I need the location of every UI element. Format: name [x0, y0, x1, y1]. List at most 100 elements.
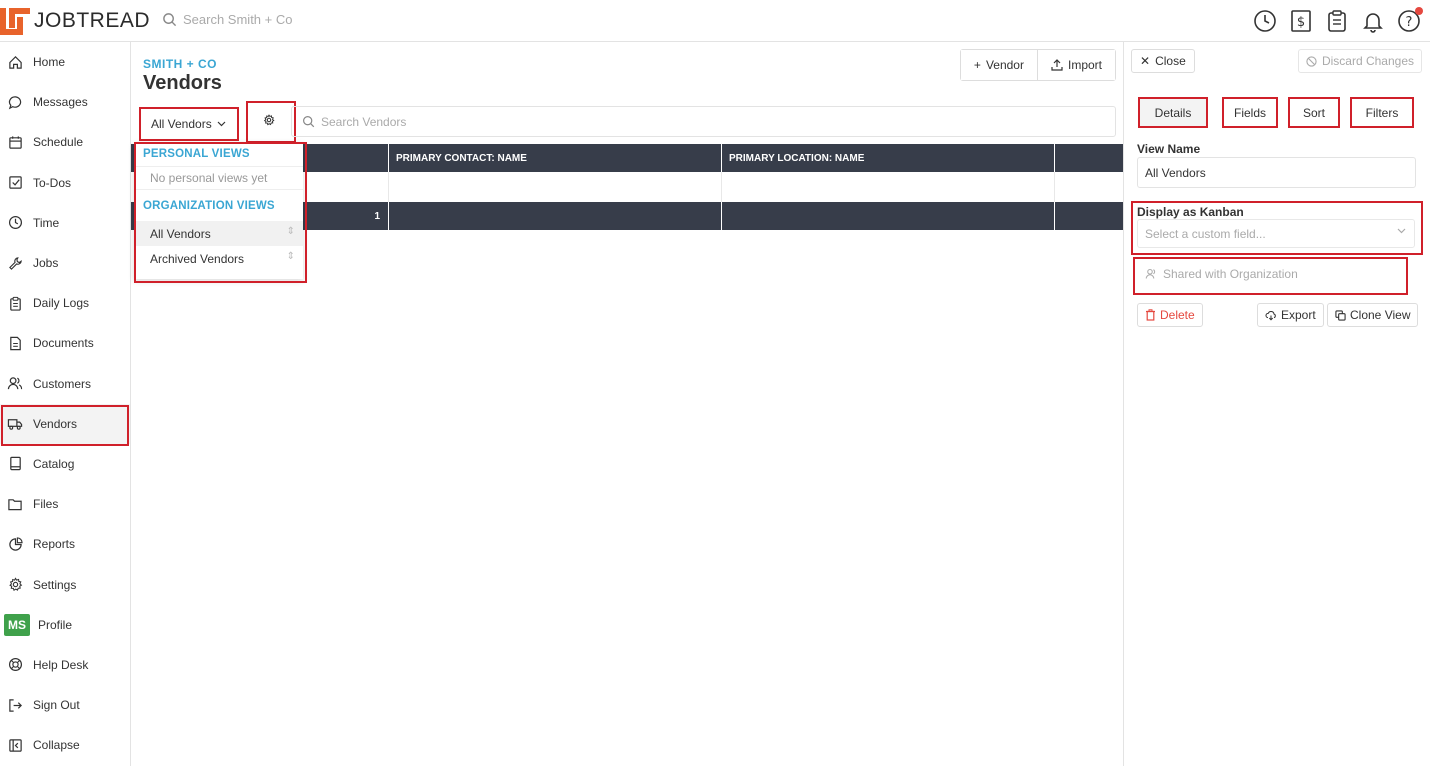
sidebar-item-schedule[interactable]: Schedule	[0, 122, 130, 162]
sidebar-item-todos[interactable]: To-Dos	[0, 163, 130, 203]
sidebar-item-label: Profile	[38, 617, 73, 632]
bell-icon[interactable]	[1360, 8, 1386, 34]
avatar: MS	[4, 613, 30, 636]
sidebar-item-label: Customers	[33, 376, 92, 391]
kanban-field-select[interactable]: Select a custom field...	[1137, 219, 1415, 248]
row-count: 1	[374, 210, 380, 222]
clock-icon[interactable]	[1252, 8, 1278, 34]
invoice-dollar-icon[interactable]: $	[1288, 8, 1314, 34]
tab-fields[interactable]: Fields	[1222, 97, 1278, 128]
column-header-primary-location[interactable]: PRIMARY LOCATION: NAME	[721, 144, 1054, 172]
clone-label: Clone View	[1350, 308, 1411, 322]
sidebar-item-help-desk[interactable]: Help Desk	[0, 645, 130, 685]
discard-label: Discard Changes	[1321, 54, 1414, 68]
global-search-input[interactable]: Search Smith + Co	[183, 12, 292, 27]
personal-views-empty: No personal views yet	[134, 166, 303, 190]
sidebar-item-label: Time	[33, 215, 60, 230]
chevron-down-icon	[217, 121, 226, 126]
kanban-section: Display as Kanban Select a custom field.…	[1131, 201, 1423, 255]
global-search[interactable]: Search Smith + Co	[162, 12, 292, 27]
view-name-input[interactable]: All Vendors	[1137, 157, 1416, 188]
drag-handle-icon[interactable]: ⇕	[287, 251, 295, 262]
sidebar-item-files[interactable]: Files	[0, 484, 130, 524]
shared-with-organization-toggle[interactable]: Shared with Organization	[1133, 257, 1408, 295]
clone-view-button[interactable]: Clone View	[1327, 303, 1419, 327]
vendor-search-input[interactable]: Search Vendors	[321, 115, 406, 129]
sidebar-item-catalog[interactable]: Catalog	[0, 444, 130, 484]
sidebar-item-profile[interactable]: MS Profile	[0, 605, 130, 645]
view-option-archived-vendors[interactable]: Archived Vendors ⇕	[134, 246, 303, 271]
vendor-search[interactable]: Search Vendors	[291, 106, 1116, 137]
collapse-icon	[7, 737, 23, 753]
sidebar-item-time[interactable]: Time	[0, 203, 130, 243]
drag-handle-icon[interactable]: ⇕	[287, 226, 295, 237]
close-button[interactable]: ✕ Close	[1131, 49, 1195, 73]
view-option-label: All Vendors	[150, 226, 211, 241]
personal-views-header: PERSONAL VIEWS	[143, 148, 250, 160]
tab-filters[interactable]: Filters	[1350, 97, 1414, 128]
help-icon[interactable]: ?	[1396, 7, 1423, 34]
clipboard-icon[interactable]	[1324, 8, 1350, 34]
import-label: Import	[1067, 58, 1102, 72]
cloud-download-icon	[1265, 310, 1277, 321]
clipboard-icon	[7, 295, 23, 311]
sidebar-item-label: Jobs	[33, 256, 59, 271]
tab-sort[interactable]: Sort	[1288, 97, 1340, 128]
page-title: Vendors	[143, 72, 222, 94]
breadcrumb[interactable]: SMITH + CO	[143, 57, 217, 71]
sidebar-item-label: Help Desk	[33, 657, 89, 672]
close-icon: ✕	[1140, 54, 1151, 68]
sidebar-item-home[interactable]: Home	[0, 42, 130, 82]
jobtread-logo[interactable]: JOBTREAD	[0, 7, 150, 35]
kanban-label: Display as Kanban	[1137, 205, 1244, 219]
view-option-all-vendors[interactable]: All Vendors ⇕	[134, 221, 303, 246]
sidebar-item-label: Schedule	[33, 135, 84, 150]
pie-chart-icon	[7, 536, 23, 552]
column-header-primary-contact[interactable]: PRIMARY CONTACT: NAME	[388, 144, 721, 172]
view-selector-label: All Vendors	[151, 116, 212, 131]
delete-view-button[interactable]: Delete	[1137, 303, 1203, 327]
sidebar-item-label: Files	[33, 497, 59, 512]
sidebar-item-reports[interactable]: Reports	[0, 524, 130, 564]
gear-icon	[263, 114, 275, 126]
sidebar-item-sign-out[interactable]: Sign Out	[0, 685, 130, 725]
sidebar-item-jobs[interactable]: Jobs	[0, 243, 130, 283]
table-cell	[721, 172, 1054, 202]
sidebar-item-customers[interactable]: Customers	[0, 364, 130, 404]
sidebar-item-documents[interactable]: Documents	[0, 323, 130, 363]
logo-text: JOBTREAD	[34, 9, 151, 32]
close-label: Close	[1155, 54, 1186, 68]
trash-icon	[1145, 309, 1156, 321]
footer-cell	[388, 202, 721, 230]
footer-cell	[1054, 202, 1123, 230]
top-icons: $ ?	[1252, 7, 1423, 34]
sidebar-item-messages[interactable]: Messages	[0, 82, 130, 122]
logo-mark-icon	[0, 8, 30, 35]
sidebar-item-label: Collapse	[33, 738, 80, 753]
copy-icon	[1335, 309, 1346, 321]
users-icon	[1145, 268, 1156, 279]
add-vendor-button[interactable]: + Vendor	[960, 50, 1037, 80]
sidebar-item-daily-logs[interactable]: Daily Logs	[0, 283, 130, 323]
sidebar-item-label: To-Dos	[33, 175, 72, 190]
column-header-extra[interactable]	[1054, 144, 1123, 172]
export-button[interactable]: Export	[1257, 303, 1324, 327]
view-settings-button[interactable]	[246, 101, 296, 143]
tab-details[interactable]: Details	[1138, 97, 1208, 128]
import-button[interactable]: Import	[1036, 50, 1115, 80]
view-selector[interactable]: All Vendors	[139, 107, 239, 141]
sidebar-item-collapse[interactable]: Collapse	[0, 725, 130, 765]
sidebar-item-vendors[interactable]: Vendors	[0, 403, 130, 446]
home-icon	[7, 54, 23, 70]
truck-icon	[7, 416, 23, 432]
discard-changes-button[interactable]: Discard Changes	[1297, 49, 1422, 73]
sidebar-item-label: Catalog	[33, 456, 75, 471]
sidebar-item-settings[interactable]: Settings	[0, 564, 130, 604]
clock-icon	[7, 215, 23, 231]
chat-icon	[7, 94, 23, 110]
sidebar-item-label: Home	[33, 55, 66, 70]
wrench-icon	[7, 255, 23, 271]
users-icon	[7, 376, 23, 392]
svg-text:?: ?	[1406, 15, 1413, 30]
lifebuoy-icon	[7, 657, 23, 673]
